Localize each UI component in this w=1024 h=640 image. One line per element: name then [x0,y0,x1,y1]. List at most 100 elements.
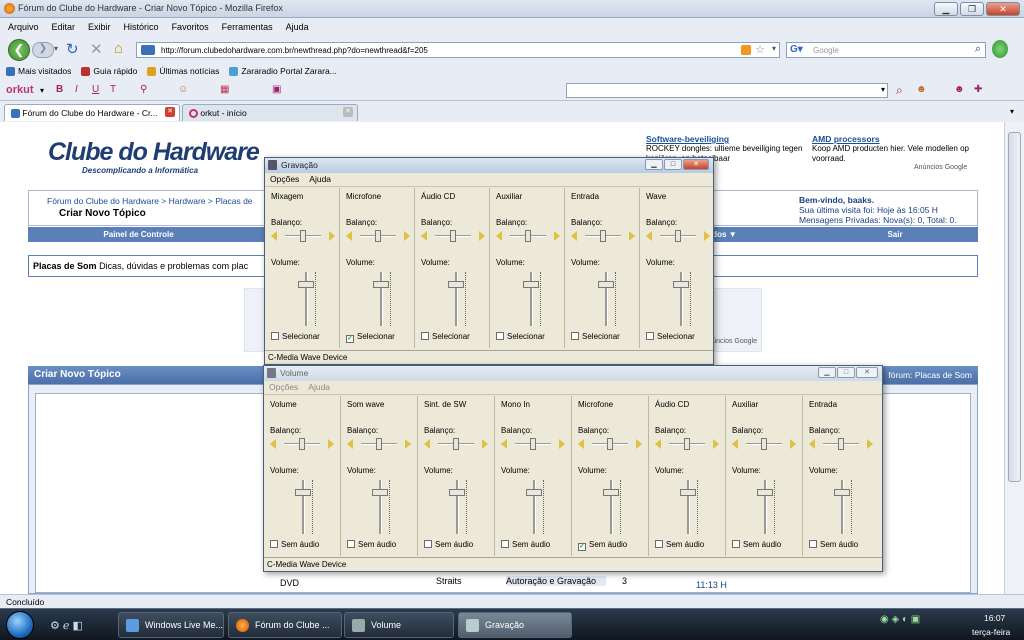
site-logo[interactable]: Clube do Hardware [48,138,260,167]
balance-slider[interactable] [501,438,565,450]
balance-slider[interactable] [421,230,485,242]
menu-item[interactable]: Ferramentas [222,22,273,33]
volume-thumb[interactable] [373,281,389,289]
select-checkbox[interactable]: Selecionar [271,332,320,341]
mute-checkbox[interactable]: ✓ Sem áudio [578,540,627,551]
balance-slider[interactable] [270,438,334,450]
page-scrollbar[interactable] [1004,122,1024,594]
close-button[interactable]: ✕ [986,2,1020,16]
site-identity-icon[interactable] [141,45,155,55]
orkut-logo[interactable]: orkut [6,84,34,96]
tab-orkut[interactable]: orkut - início ✕ [182,104,358,121]
underline-icon[interactable]: U [92,84,99,95]
balance-slider[interactable] [732,438,796,450]
menu-item[interactable]: Editar [52,22,76,33]
menu-item[interactable]: Histórico [124,22,159,33]
italic-icon[interactable]: I [75,84,78,95]
select-checkbox[interactable]: Selecionar [421,332,470,341]
volume-track[interactable] [379,480,382,534]
checkbox-box[interactable]: ✓ [578,543,586,551]
menu-item[interactable]: Arquivo [8,22,39,33]
checkbox-box[interactable] [271,332,279,340]
volume-close-button[interactable]: ✕ [856,367,878,378]
menu-ajuda[interactable]: Ajuda [308,382,330,393]
mute-checkbox[interactable]: Sem áudio [501,540,550,549]
rss-icon[interactable] [741,45,751,55]
url-dropdown-icon[interactable]: ▾ [772,44,776,53]
taskbar-messenger[interactable]: Windows Live Me... [118,612,224,638]
url-bar[interactable]: http://forum.clubedohardware.com.br/newt… [136,42,780,58]
balance-thumb[interactable] [838,438,844,450]
font-color-icon[interactable]: T [110,84,116,95]
menu-item[interactable]: Exibir [88,22,111,33]
balance-slider[interactable] [809,438,873,450]
bookmark-item[interactable]: Zararadio Portal Zarara... [229,66,337,78]
balance-slider[interactable] [496,230,560,242]
volume-thumb[interactable] [526,489,542,497]
clock-time[interactable]: 16:07 [984,613,1005,623]
private-messages[interactable]: Mensagens Privadas: Nova(s): 0, Total: 0… [799,215,957,225]
gravacao-close-button[interactable]: ✕ [683,159,709,170]
volume-track[interactable] [456,480,459,534]
checkbox-box[interactable] [732,540,740,548]
tab-list-icon[interactable]: ▾ [1010,107,1014,116]
volume-track[interactable] [533,480,536,534]
mute-checkbox[interactable]: Sem áudio [270,540,319,549]
volume-titlebar[interactable]: Volume ▁ □ ✕ [264,366,882,381]
balance-thumb[interactable] [376,438,382,450]
restore-button[interactable]: ❐ [960,2,984,16]
mute-checkbox[interactable]: Sem áudio [732,540,781,549]
balance-thumb[interactable] [600,230,606,242]
balance-thumb[interactable] [684,438,690,450]
tab-close-icon[interactable]: ✕ [165,107,175,117]
volume-thumb[interactable] [523,281,539,289]
volume-thumb[interactable] [298,281,314,289]
orkut-dropdown-icon[interactable]: ▾ [40,86,44,95]
volume-thumb[interactable] [372,489,388,497]
volume-thumb[interactable] [757,489,773,497]
volume-track[interactable] [680,272,683,326]
balance-thumb[interactable] [299,438,305,450]
checkbox-box[interactable] [496,332,504,340]
volume-track[interactable] [380,272,383,326]
balance-thumb[interactable] [525,230,531,242]
forward-button[interactable]: ❯ [32,42,54,58]
gift-icon[interactable]: ▦ [220,84,229,95]
orkut-search-icon[interactable]: ⌕ [896,83,903,98]
gravacao-maximize-button[interactable]: □ [664,159,682,170]
volume-thumb[interactable] [598,281,614,289]
volume-thumb[interactable] [673,281,689,289]
select-checkbox[interactable]: ✓ Selecionar [346,332,395,343]
menu-item[interactable]: Favoritos [172,22,209,33]
volume-track[interactable] [764,480,767,534]
taskbar-gravacao[interactable]: Gravação [458,612,572,638]
menu-ajuda[interactable]: Ajuda [309,174,331,185]
search-icon[interactable]: ⌕ [975,43,981,56]
reload-icon[interactable]: ↻ [66,40,79,58]
menu-opcoes[interactable]: Opções [270,174,299,185]
volume-thumb[interactable] [449,489,465,497]
bookmark-item[interactable]: Últimas notícias [147,66,219,78]
row-dvd[interactable]: DVD [280,578,299,588]
checkbox-box[interactable]: ✓ [346,335,354,343]
balance-slider[interactable] [655,438,719,450]
mute-checkbox[interactable]: Sem áudio [424,540,473,549]
google-engine-icon[interactable]: G▾ [790,44,803,55]
volume-track[interactable] [841,480,844,534]
orkut-search-input[interactable]: ▾ [566,83,888,98]
checkbox-box[interactable] [347,540,355,548]
balance-slider[interactable] [578,438,642,450]
ads-by-google[interactable]: Anúncios Google [914,164,967,171]
addon-icon[interactable] [992,40,1008,58]
link-icon[interactable]: ⚲ [140,84,147,95]
volume-track[interactable] [302,480,305,534]
volume-track[interactable] [305,272,308,326]
taskbar-volume[interactable]: Volume [344,612,454,638]
bold-icon[interactable]: B [56,84,63,95]
select-checkbox[interactable]: Selecionar [496,332,545,341]
balance-thumb[interactable] [607,438,613,450]
checkbox-box[interactable] [655,540,663,548]
volume-thumb[interactable] [295,489,311,497]
gravacao-minimize-button[interactable]: ▁ [645,159,663,170]
balance-slider[interactable] [571,230,635,242]
